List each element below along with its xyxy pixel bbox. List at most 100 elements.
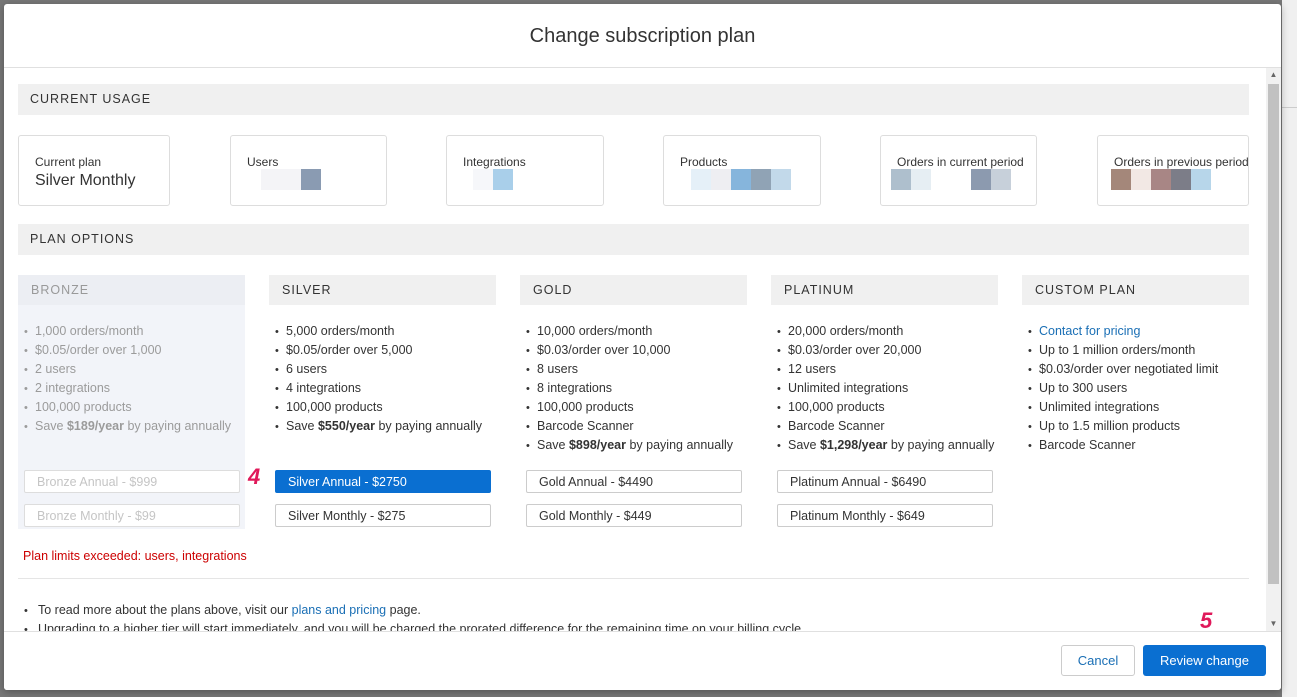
plan-column-custom: CUSTOM PLAN Contact for pricing Up to 1 … [1022, 275, 1249, 452]
obscured-value-block [751, 169, 771, 190]
plan-limits-warning: Plan limits exceeded: users, integration… [23, 549, 247, 563]
usage-label: Users [247, 155, 279, 169]
usage-card-orders-current: Orders in current period [880, 135, 1037, 206]
feature-item: 2 users [24, 360, 231, 379]
plan-name: PLATINUM [771, 275, 998, 305]
feature-item: 2 integrations [24, 379, 231, 398]
plan-features: 20,000 orders/month $0.03/order over 20,… [777, 322, 994, 455]
plan-column-silver: SILVER 5,000 orders/month $0.05/order ov… [269, 275, 496, 527]
usage-card-integrations: Integrations [446, 135, 604, 206]
modal-title: Change subscription plan [529, 25, 756, 47]
gold-annual-option[interactable]: Gold Annual - $4490 [526, 470, 742, 493]
modal-scrollbar[interactable]: ▲ ▼ [1266, 68, 1281, 631]
plan-name: CUSTOM PLAN [1022, 275, 1249, 305]
plan-features: 5,000 orders/month $0.05/order over 5,00… [275, 322, 482, 436]
feature-item: Up to 1 million orders/month [1028, 341, 1218, 360]
obscured-value-block [301, 169, 321, 190]
plan-name: BRONZE [18, 275, 245, 305]
plan-options-heading: PLAN OPTIONS [18, 224, 1249, 255]
feature-item: Barcode Scanner [1028, 436, 1218, 455]
usage-value-bar [473, 169, 513, 190]
obscured-value-block [991, 169, 1011, 190]
feature-item: 12 users [777, 360, 994, 379]
obscured-value-block [951, 169, 971, 190]
step-5-annotation: 5 [1200, 608, 1213, 631]
plan-features: 10,000 orders/month $0.03/order over 10,… [526, 322, 733, 455]
usage-card-products: Products [663, 135, 821, 206]
obscured-value-block [1131, 169, 1151, 190]
plan-name: SILVER [269, 275, 496, 305]
feature-item: 4 integrations [275, 379, 482, 398]
feature-item: $0.03/order over 10,000 [526, 341, 733, 360]
current-plan-value: Silver Monthly [35, 172, 136, 189]
current-usage-heading: CURRENT USAGE [18, 84, 1249, 115]
scroll-down-arrow-icon[interactable]: ▼ [1266, 617, 1281, 631]
plan-column-gold: GOLD 10,000 orders/month $0.03/order ove… [520, 275, 747, 527]
feature-item: 5,000 orders/month [275, 322, 482, 341]
feature-item: 8 integrations [526, 379, 733, 398]
feature-item: Unlimited integrations [1028, 398, 1218, 417]
feature-item: Barcode Scanner [777, 417, 994, 436]
obscured-value-block [911, 169, 931, 190]
silver-annual-option[interactable]: Silver Annual - $2750 [275, 470, 491, 493]
feature-item: 6 users [275, 360, 482, 379]
feature-item: 1,000 orders/month [24, 322, 231, 341]
plan-notes: To read more about the plans above, visi… [24, 601, 805, 631]
obscured-value-block [1151, 169, 1171, 190]
usage-value-bar [891, 169, 1011, 190]
modal-footer: Cancel Review change [4, 631, 1281, 690]
platinum-annual-option[interactable]: Platinum Annual - $6490 [777, 470, 993, 493]
change-plan-modal: Change subscription plan CURRENT USAGE C… [4, 4, 1281, 690]
usage-value-bar [261, 169, 321, 190]
obscured-value-block [931, 169, 951, 190]
plans-and-pricing-link[interactable]: plans and pricing [292, 603, 387, 617]
platinum-monthly-option[interactable]: Platinum Monthly - $649 [777, 504, 993, 527]
review-change-button[interactable]: Review change [1143, 645, 1266, 676]
feature-item: $0.05/order over 1,000 [24, 341, 231, 360]
usage-label: Products [680, 155, 728, 169]
feature-item: $0.05/order over 5,000 [275, 341, 482, 360]
feature-item: 8 users [526, 360, 733, 379]
note-item: To read more about the plans above, visi… [24, 601, 805, 620]
obscured-value-block [281, 169, 301, 190]
modal-header: Change subscription plan [4, 4, 1281, 68]
obscured-value-block [1171, 169, 1191, 190]
feature-item: Barcode Scanner [526, 417, 733, 436]
obscured-value-block [891, 169, 911, 190]
obscured-value-block [711, 169, 731, 190]
background-page-edge [1282, 0, 1297, 697]
obscured-value-block [261, 169, 281, 190]
feature-item: $0.03/order over negotiated limit [1028, 360, 1218, 379]
contact-for-pricing-link[interactable]: Contact for pricing [1039, 324, 1140, 338]
feature-item: 100,000 products [24, 398, 231, 417]
obscured-value-block [691, 169, 711, 190]
scroll-up-arrow-icon[interactable]: ▲ [1266, 68, 1281, 82]
gold-monthly-option[interactable]: Gold Monthly - $449 [526, 504, 742, 527]
usage-label: Integrations [463, 155, 526, 169]
bronze-monthly-option[interactable]: Bronze Monthly - $99 [24, 504, 240, 527]
current-plan-card: Current plan Silver Monthly [18, 135, 170, 206]
plan-features: 1,000 orders/month $0.05/order over 1,00… [24, 322, 231, 436]
feature-item: Unlimited integrations [777, 379, 994, 398]
divider [18, 578, 1249, 579]
feature-item: Up to 1.5 million products [1028, 417, 1218, 436]
feature-item: 100,000 products [275, 398, 482, 417]
silver-monthly-option[interactable]: Silver Monthly - $275 [275, 504, 491, 527]
usage-card-users: Users [230, 135, 387, 206]
usage-value-bar [1111, 169, 1211, 190]
feature-item: 100,000 products [777, 398, 994, 417]
plan-name: GOLD [520, 275, 747, 305]
obscured-value-block [473, 169, 493, 190]
modal-body[interactable]: CURRENT USAGE Current plan Silver Monthl… [4, 68, 1266, 631]
feature-item-savings: Save $550/year by paying annually [275, 417, 482, 436]
obscured-value-block [1111, 169, 1131, 190]
scroll-thumb[interactable] [1268, 84, 1279, 584]
cancel-button[interactable]: Cancel [1061, 645, 1135, 676]
feature-item-savings: Save $189/year by paying annually [24, 417, 231, 436]
usage-card-orders-previous: Orders in previous period [1097, 135, 1249, 206]
obscured-value-block [771, 169, 791, 190]
feature-item: $0.03/order over 20,000 [777, 341, 994, 360]
feature-item: 20,000 orders/month [777, 322, 994, 341]
bronze-annual-option[interactable]: Bronze Annual - $999 [24, 470, 240, 493]
feature-item: 10,000 orders/month [526, 322, 733, 341]
